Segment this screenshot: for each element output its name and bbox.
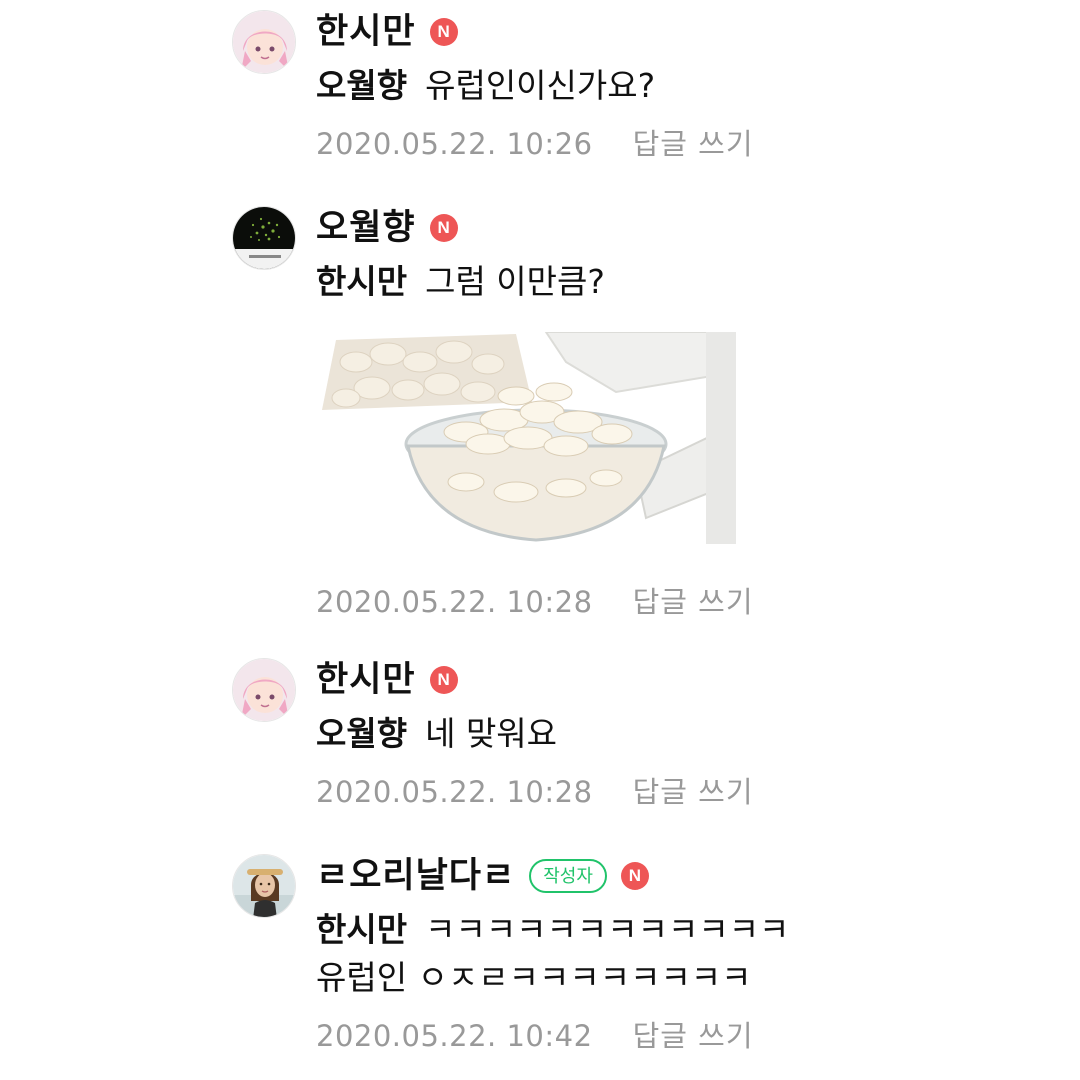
comment-body: ㄹ오리날다ㄹ 작성자 N 한시만 ㅋㅋㅋㅋㅋㅋㅋㅋㅋㅋㅋㅋ 유럽인 ㅇㅈㄹㅋㅋㅋㅋ… bbox=[316, 854, 1016, 1056]
comment-date: 2020.05.22. 10:26 bbox=[316, 127, 593, 161]
mention-name[interactable]: 오월향 bbox=[316, 714, 407, 753]
comment-header: 한시만 N bbox=[316, 658, 1016, 702]
attached-photo[interactable] bbox=[316, 331, 737, 544]
reply-button[interactable]: 답글 쓰기 bbox=[633, 585, 754, 619]
comment-message: 네 맞워요 bbox=[425, 714, 558, 753]
photo-avatar-icon[interactable] bbox=[232, 854, 296, 918]
comment-text: 한시만 그럼 이만큼? bbox=[316, 258, 1016, 306]
n-badge-icon: N bbox=[620, 862, 649, 890]
pink-hair-avatar-icon[interactable] bbox=[232, 10, 296, 74]
comment-meta: 2020.05.22. 10:28 답글 쓰기 bbox=[316, 772, 1016, 812]
author-name[interactable]: ㄹ오리날다ㄹ bbox=[316, 854, 515, 898]
comment-meta: 2020.05.22. 10:26 답글 쓰기 bbox=[316, 124, 1016, 164]
author-name[interactable]: 한시만 bbox=[316, 10, 416, 54]
n-badge-icon: N bbox=[429, 666, 458, 694]
comment-header: ㄹ오리날다ㄹ 작성자 N bbox=[316, 854, 1016, 898]
comment-date: 2020.05.22. 10:42 bbox=[316, 1019, 593, 1053]
dark-avatar-icon[interactable] bbox=[232, 206, 296, 270]
comment-message: 그럼 이만큼? bbox=[425, 262, 605, 301]
author-name[interactable]: 한시만 bbox=[316, 658, 416, 702]
comment-header: 오월향 N bbox=[316, 206, 1016, 250]
comment-header: 한시만 N bbox=[316, 10, 1016, 54]
writer-badge: 작성자 bbox=[529, 859, 607, 893]
mention-name[interactable]: 오월향 bbox=[316, 66, 407, 105]
reply-button[interactable]: 답글 쓰기 bbox=[633, 127, 754, 161]
comment-date: 2020.05.22. 10:28 bbox=[316, 775, 593, 809]
comment-body: 오월향 N 한시만 그럼 이만큼? bbox=[316, 206, 1016, 306]
comment-meta: 2020.05.22. 10:28 답글 쓰기 bbox=[316, 582, 1016, 622]
mention-name[interactable]: 한시만 bbox=[316, 910, 407, 949]
comment-text: 오월향 네 맞워요 bbox=[316, 710, 1016, 758]
n-badge-icon: N bbox=[429, 18, 458, 46]
comment-message: ㅋㅋㅋㅋㅋㅋㅋㅋㅋㅋㅋㅋ bbox=[425, 910, 790, 949]
comment-thread: 한시만 N 오월향 유럽인이신가요? 2020.05.22. 10:26 답글 쓰기 bbox=[0, 0, 1080, 1080]
comment-text: 오월향 유럽인이신가요? bbox=[316, 62, 1016, 110]
n-badge-icon: N bbox=[429, 214, 458, 242]
mention-name[interactable]: 한시만 bbox=[316, 262, 407, 301]
reply-button[interactable]: 답글 쓰기 bbox=[633, 1019, 754, 1053]
pink-hair-avatar-icon[interactable] bbox=[232, 658, 296, 722]
comment-message: 유럽인이신가요? bbox=[425, 66, 656, 105]
comment-meta: 2020.05.22. 10:42 답글 쓰기 bbox=[316, 1016, 1016, 1056]
author-name[interactable]: 오월향 bbox=[316, 206, 416, 250]
comment-body: 한시만 N 오월향 유럽인이신가요? 2020.05.22. 10:26 답글 쓰기 bbox=[316, 10, 1016, 164]
comment-text-line-2: 유럽인 ㅇㅈㄹㅋㅋㅋㅋㅋㅋㅋㅋ bbox=[316, 958, 752, 997]
comment-body: 2020.05.22. 10:28 답글 쓰기 bbox=[316, 582, 1016, 622]
comment-body: 한시만 N 오월향 네 맞워요 2020.05.22. 10:28 답글 쓰기 bbox=[316, 658, 1016, 812]
reply-button[interactable]: 답글 쓰기 bbox=[633, 775, 754, 809]
comment-text: 한시만 ㅋㅋㅋㅋㅋㅋㅋㅋㅋㅋㅋㅋ bbox=[316, 906, 1016, 954]
comment-date: 2020.05.22. 10:28 bbox=[316, 585, 593, 619]
